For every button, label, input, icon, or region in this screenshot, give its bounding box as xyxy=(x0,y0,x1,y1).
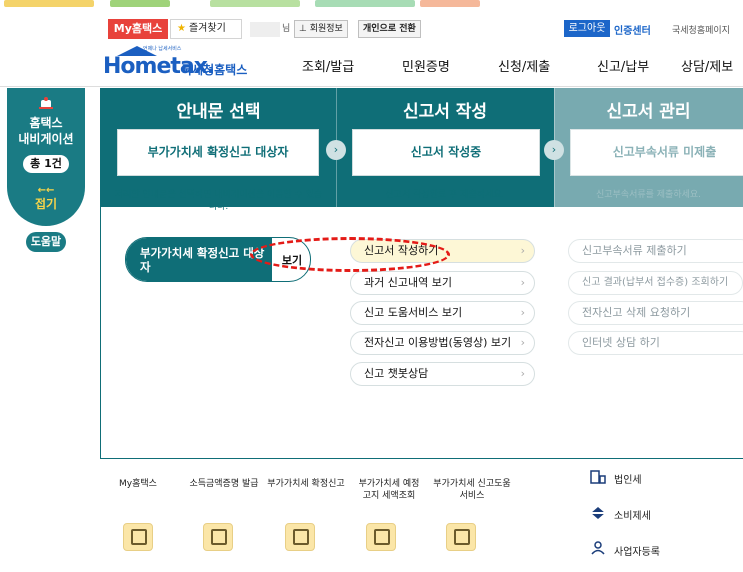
quick-vat-help[interactable]: 부가가치세 신고도움 서비스 xyxy=(433,478,511,502)
col3-status-card: 신고부속서류 미제출 xyxy=(570,129,743,176)
hometax-logo[interactable]: 언제나 납세서비스 Hometax. 국세청홈택스 xyxy=(103,46,253,80)
logo-tagline: 언제나 납세서비스 xyxy=(143,46,182,52)
report-help-label: 신고 도움서비스 보기 xyxy=(364,306,463,319)
star-icon: ★ xyxy=(177,23,186,34)
cert-center-link[interactable]: 인증센터 xyxy=(614,22,651,37)
guide-view-label: 부가가치세 확정신고 대상자 xyxy=(126,238,272,281)
navigation-panel: 안내문 선택 부가가치세 확정신고 대상자 처리할 안내문을 선택하면 내비게이… xyxy=(100,88,743,459)
fold-button[interactable]: 접기 xyxy=(7,195,85,212)
efile-howto-label: 전자신고 이용방법(동영상) 보기 xyxy=(364,336,512,349)
delete-request-item[interactable]: 전자신고 삭제 요청하기 xyxy=(568,301,743,325)
business-registration-link[interactable]: 사업자등록 xyxy=(614,543,660,558)
member-info-label: 회원정보 xyxy=(309,24,343,34)
calendar-check-icon[interactable] xyxy=(366,523,396,551)
nav-apply[interactable]: 신청/제출 xyxy=(498,56,550,75)
receipt-icon[interactable] xyxy=(123,523,153,551)
chatbot-label: 신고 챗봇상담 xyxy=(364,367,429,380)
diamond-icon xyxy=(591,507,605,519)
col2-title: 신고서 작성 xyxy=(402,102,488,122)
my-hometax-tab[interactable]: My홈택스 xyxy=(108,19,168,39)
quicknav-box: 홈택스내비게이션 총 1건 ←← 접기 xyxy=(7,88,85,226)
chevron-right-icon: › xyxy=(520,276,525,289)
member-info-button[interactable]: ⊥ 회원정보 xyxy=(294,20,348,38)
online-consult-item[interactable]: 인터넷 상담 하기 xyxy=(568,331,743,355)
chevron-right-icon: › xyxy=(520,306,525,319)
utility-bar: My홈택스 ★ 즐겨찾기 님 ⊥ 회원정보 개인으로 전환 로그아웃 인증센터 국… xyxy=(0,19,743,41)
quicknav-title-line1: 홈택스 xyxy=(29,116,63,130)
chevron-right-icon: › xyxy=(520,336,525,349)
quick-my-hometax[interactable]: My홈택스 xyxy=(113,478,163,490)
chatbot-item[interactable]: 신고 챗봇상담 › xyxy=(350,362,535,386)
submit-attachments-item[interactable]: 신고부속서류 제출하기 xyxy=(568,239,743,263)
quick-vat-final[interactable]: 부가가치세 확정신고 xyxy=(266,478,346,490)
favorites-label: 즐겨찾기 xyxy=(188,23,226,34)
document-search-icon[interactable] xyxy=(285,523,315,551)
bell-icon xyxy=(39,97,53,109)
masked-username xyxy=(250,22,280,37)
step-write-report: 신고서 작성 신고서 작성중 신고서 작성완료 후 제출하세요. 신고서 작성하… xyxy=(336,88,554,459)
nav-lookup[interactable]: 조회/발급 xyxy=(302,56,354,75)
col1-description: 처리할 안내문을 선택하면 내비게이션을 이용할 수 있습니다. xyxy=(114,190,323,212)
past-reports-label: 과거 신고내역 보기 xyxy=(364,276,452,289)
nts-home-link[interactable]: 국세청홈페이지 xyxy=(672,23,730,36)
step-arrow-icon: › xyxy=(544,140,564,160)
step-manage-report: 신고서 관리 신고부속서류 미제출 신고부속서류를 제출하세요. 신고부속서류 … xyxy=(554,88,743,459)
nav-certificate[interactable]: 민원증명 xyxy=(402,56,450,75)
col3-title: 신고서 관리 xyxy=(606,102,691,122)
col2-status-card: 신고서 작성중 xyxy=(352,129,540,176)
guide-view-action[interactable]: 보기 xyxy=(272,238,310,281)
col2-description: 신고서 작성완료 후 제출하세요. xyxy=(385,190,505,200)
logo-sub-text: 국세청홈택스 xyxy=(181,63,248,77)
search-receipt-icon[interactable] xyxy=(203,523,233,551)
nav-report-pay[interactable]: 신고/납부 xyxy=(597,56,649,75)
guide-view-button[interactable]: 부가가치세 확정신고 대상자 보기 xyxy=(125,237,311,282)
col1-title: 안내문 선택 xyxy=(176,102,261,122)
chevron-right-icon: › xyxy=(520,244,525,257)
write-report-label: 신고서 작성하기 xyxy=(364,244,439,257)
person-icon: ⊥ xyxy=(299,24,307,34)
corporate-tax-link[interactable]: 법인세 xyxy=(614,471,642,486)
user-suffix: 님 xyxy=(282,24,291,34)
report-result-item[interactable]: 신고 결과(납부서 접수증) 조회하기 xyxy=(568,271,743,295)
report-help-item[interactable]: 신고 도움서비스 보기 › xyxy=(350,301,535,325)
site-header: 언제나 납세서비스 Hometax. 국세청홈택스 조회/발급 민원증명 신청/… xyxy=(0,41,743,87)
person-icon xyxy=(591,541,605,555)
step-arrow-icon: › xyxy=(326,140,346,160)
favorites-button[interactable]: ★ 즐겨찾기 xyxy=(170,19,242,39)
efile-howto-item[interactable]: 전자신고 이용방법(동영상) 보기 › xyxy=(350,331,535,355)
quicknav-title-line2: 내비게이션 xyxy=(18,132,74,146)
hometax-navigation-widget: 홈택스내비게이션 총 1건 ←← 접기 도움말 xyxy=(7,88,85,268)
chevron-right-icon: › xyxy=(520,367,525,380)
excise-tax-link[interactable]: 소비제세 xyxy=(614,507,651,522)
step-guide-select: 안내문 선택 부가가치세 확정신고 대상자 처리할 안내문을 선택하면 내비게이… xyxy=(100,88,336,459)
report-search-icon[interactable] xyxy=(446,523,476,551)
quicknav-title: 홈택스내비게이션 xyxy=(7,115,85,147)
col3-description: 신고부속서류를 제출하세요. xyxy=(595,190,702,200)
fold-arrow-icon[interactable]: ←← xyxy=(7,186,85,196)
quick-vat-estimate[interactable]: 부가가치세 예정고지 세액조회 xyxy=(355,478,423,502)
help-button[interactable]: 도움말 xyxy=(26,232,66,252)
quicknav-count-badge: 총 1건 xyxy=(23,155,69,173)
col1-status-card: 부가가치세 확정신고 대상자 xyxy=(117,129,319,176)
write-report-item[interactable]: 신고서 작성하기 › xyxy=(350,239,535,263)
switch-personal-button[interactable]: 개인으로 전환 xyxy=(358,20,421,38)
past-reports-item[interactable]: 과거 신고내역 보기 › xyxy=(350,271,535,295)
browser-bookmark-strip xyxy=(0,0,743,9)
building-icon xyxy=(590,470,606,484)
nav-consult[interactable]: 상담/제보 xyxy=(681,56,733,75)
logout-button[interactable]: 로그아웃 xyxy=(564,20,610,37)
quick-income-cert[interactable]: 소득금액증명 발급 xyxy=(183,478,265,490)
